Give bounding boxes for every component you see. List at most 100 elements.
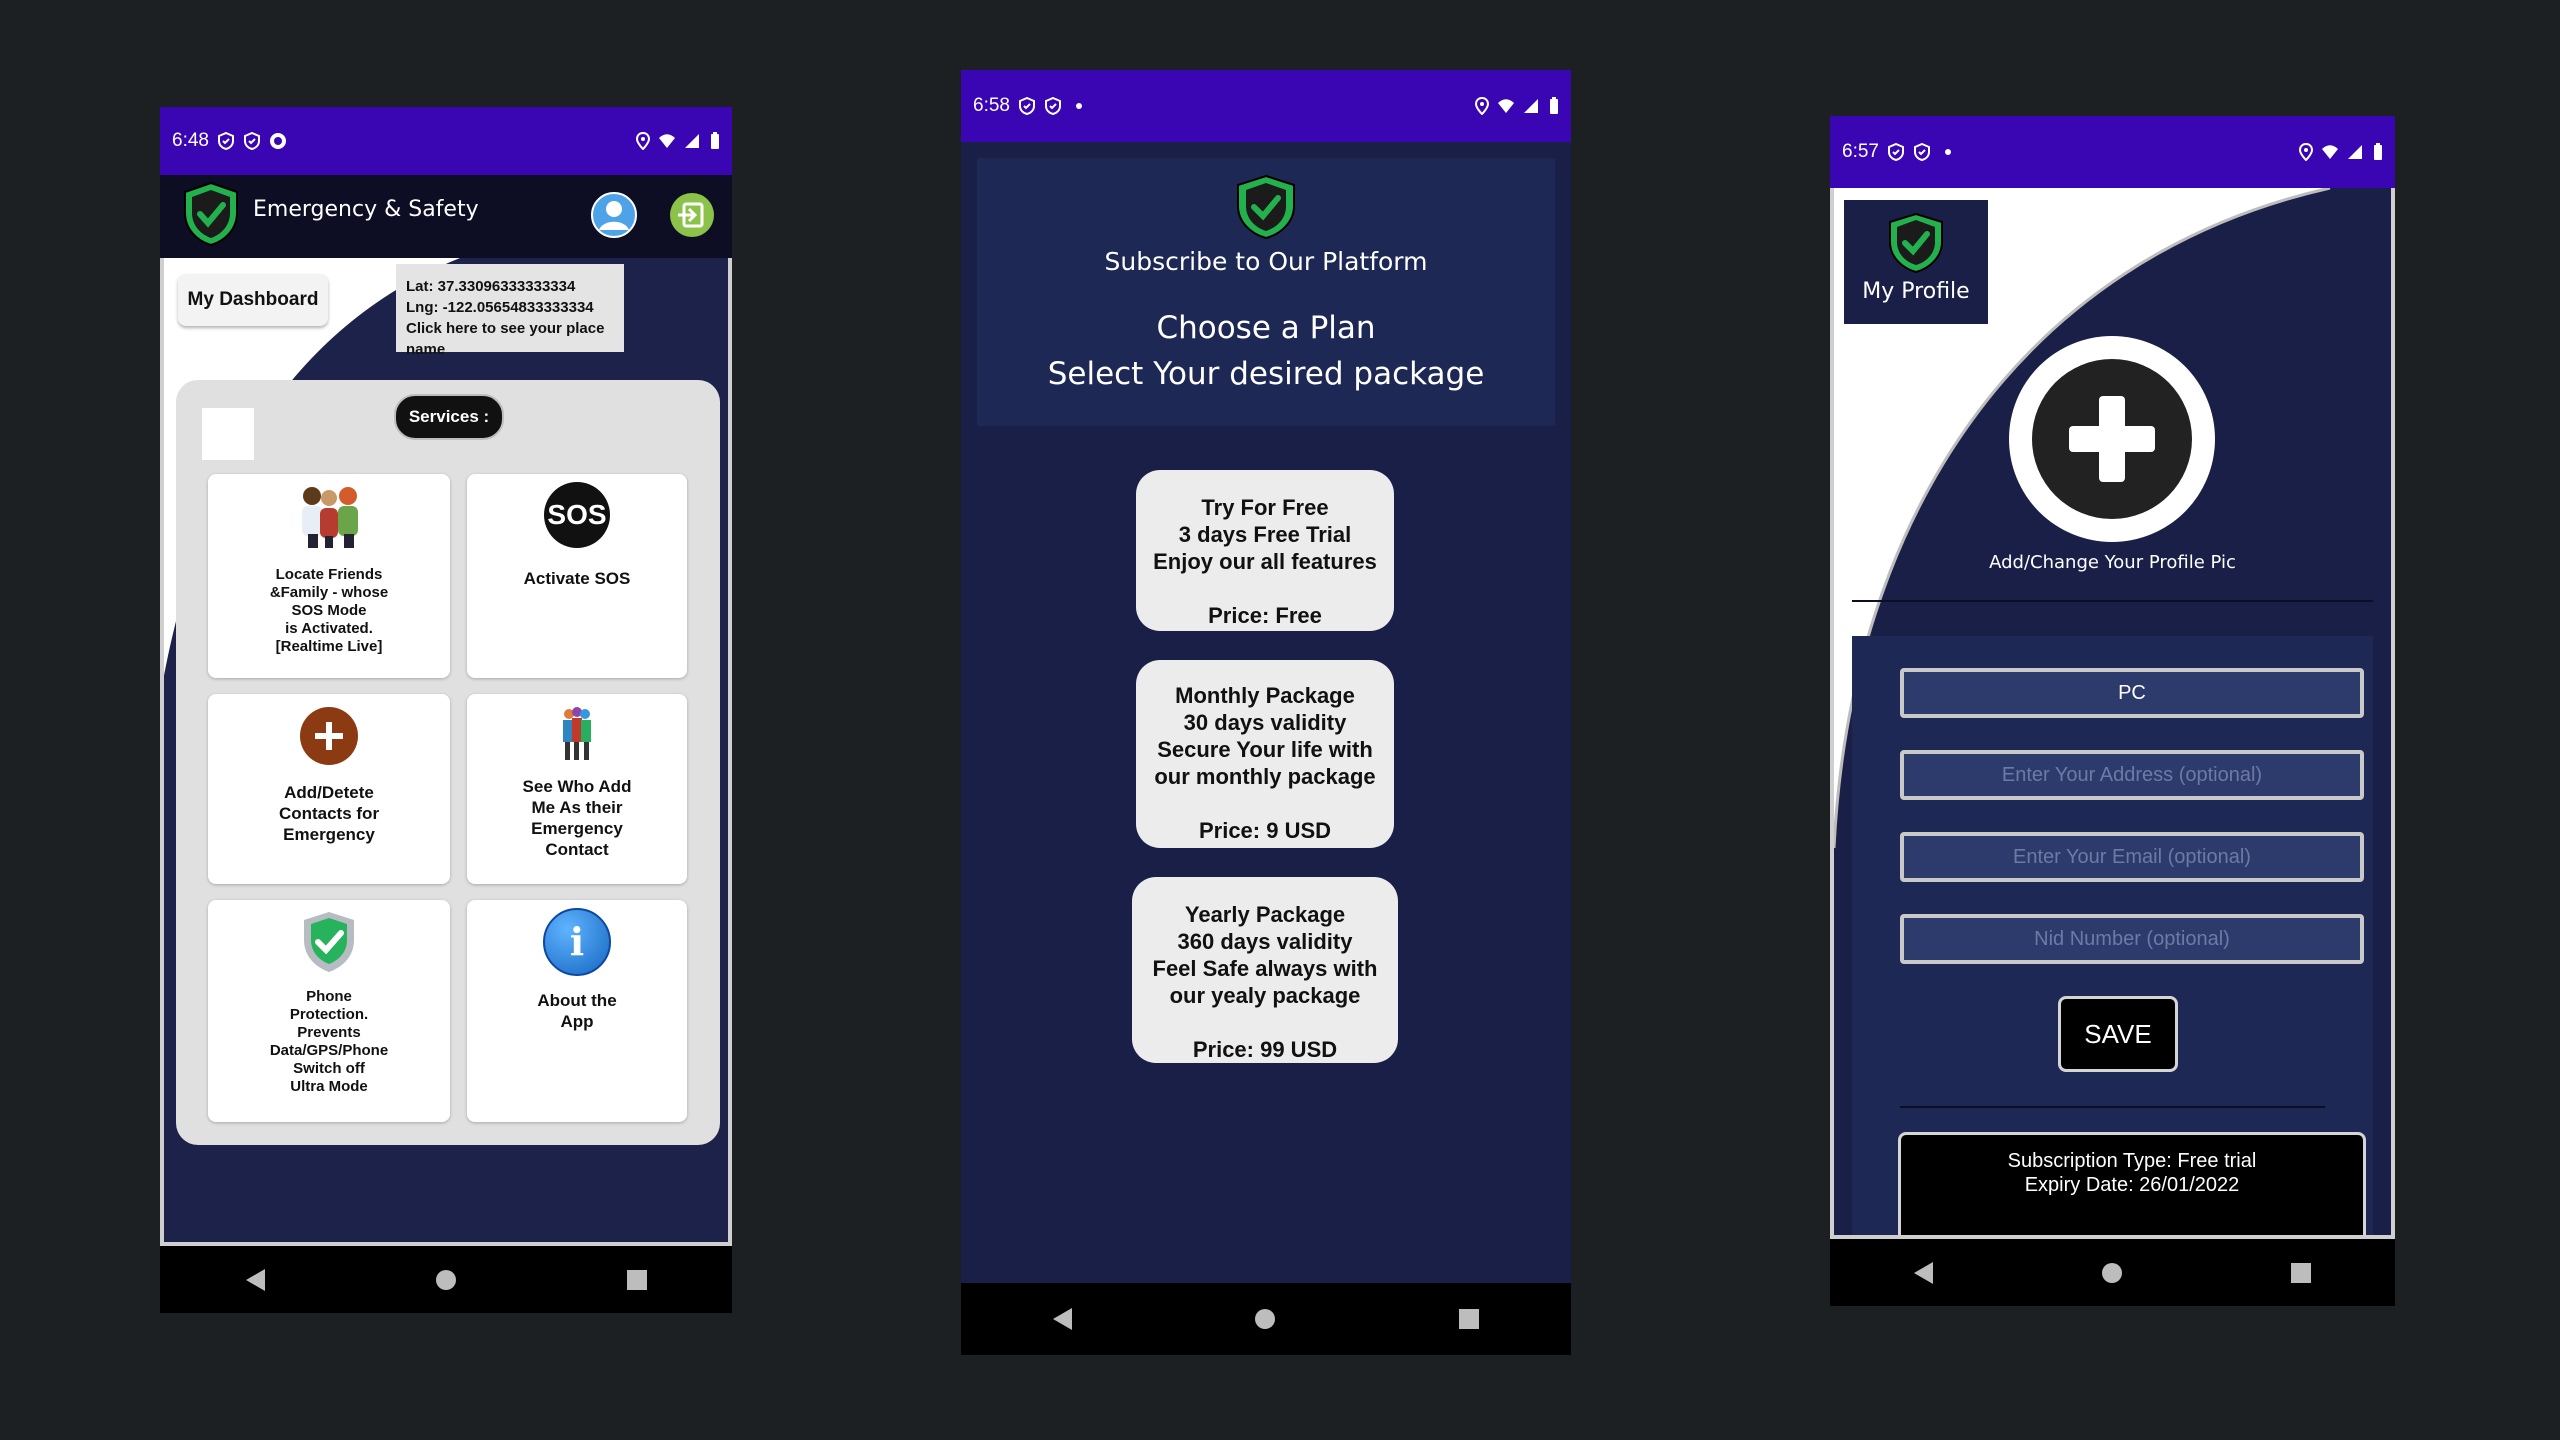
signal-icon xyxy=(1524,99,1538,113)
longitude-text: Lng: -122.05654833333334 xyxy=(406,299,594,316)
plan-monthly[interactable]: Monthly Package 30 days validity Secure … xyxy=(1136,660,1394,848)
plan-line: our yealy package xyxy=(1169,983,1361,1008)
home-icon[interactable] xyxy=(435,1269,456,1290)
tile-text-line: Ultra Mode xyxy=(290,1078,368,1095)
subscribe-title: Subscribe to Our Platform xyxy=(1104,247,1428,276)
plan-line: Yearly Package xyxy=(1184,902,1346,927)
back-icon[interactable] xyxy=(245,1268,265,1291)
logout-icon[interactable] xyxy=(669,192,715,238)
divider xyxy=(1852,600,2373,602)
battery-icon xyxy=(2374,143,2382,160)
address-field[interactable]: Enter Your Address (optional) xyxy=(1900,750,2364,800)
location-icon xyxy=(1474,97,1490,115)
add-profile-pic-icon[interactable] xyxy=(2009,336,2215,542)
app-bar: Emergency & Safety xyxy=(160,175,732,258)
tile-phone-protection[interactable]: Phone Protection. Prevents Data/GPS/Phon… xyxy=(208,900,450,1122)
status-bar: 6:58 xyxy=(961,70,1571,142)
recent-apps-icon[interactable] xyxy=(2290,1262,2311,1283)
tile-text-line: Add/Detete xyxy=(284,783,374,802)
info-icon: i xyxy=(543,908,611,976)
people-group-icon xyxy=(563,707,591,760)
tile-text-line: See Who Add xyxy=(522,777,632,796)
plan-free-trial[interactable]: Try For Free 3 days Free Trial Enjoy our… xyxy=(1136,470,1394,631)
plan-price: Price: 9 USD xyxy=(1198,818,1332,843)
location-icon xyxy=(635,132,651,150)
email-placeholder: Enter Your Email (optional) xyxy=(2013,845,2251,868)
name-field[interactable]: PC xyxy=(1900,668,2364,718)
tile-activate-sos[interactable]: SOS Activate SOS xyxy=(467,474,687,678)
expiry-date: Expiry Date: 26/01/2022 xyxy=(2024,1174,2240,1196)
name-value: PC xyxy=(2118,681,2146,704)
location-readout[interactable]: Lat: 37.33096333333334 Lng: -122.0565483… xyxy=(396,264,624,358)
recent-apps-icon[interactable] xyxy=(626,1269,647,1290)
app-title: Emergency & Safety xyxy=(253,197,479,222)
shield-check-icon xyxy=(304,912,354,972)
subscription-header: Subscribe to Our Platform Choose a Plan … xyxy=(977,158,1555,426)
signal-icon xyxy=(2348,145,2362,159)
services-label: Services : xyxy=(394,394,504,440)
home-icon[interactable] xyxy=(1255,1309,1276,1329)
phone-profile: 6:57 My Profile Add/Change Your Profile … xyxy=(1830,116,2395,1306)
family-icon xyxy=(302,487,358,548)
tile-locate-friends[interactable]: Locate Friends &Family - whose SOS Mode … xyxy=(208,474,450,678)
back-icon[interactable] xyxy=(1052,1308,1072,1330)
profile-content: My Profile Add/Change Your Profile Pic P… xyxy=(1830,188,2395,1239)
recent-apps-icon[interactable] xyxy=(1459,1309,1480,1329)
wifi-icon xyxy=(2322,145,2338,159)
tile-about-app[interactable]: i About the App xyxy=(467,900,687,1122)
wifi-icon xyxy=(659,134,675,148)
back-icon[interactable] xyxy=(1914,1261,1934,1284)
plan-line: Secure Your life with xyxy=(1157,737,1373,762)
status-time: 6:57 xyxy=(1842,141,1879,162)
navigation-bar xyxy=(961,1283,1571,1355)
tile-text-line: Prevents xyxy=(297,1024,361,1041)
shield-notification-icon xyxy=(1887,143,1904,161)
plan-yearly[interactable]: Yearly Package 360 days validity Feel Sa… xyxy=(1132,877,1398,1063)
tile-text-line: Contacts for xyxy=(278,804,380,823)
home-icon[interactable] xyxy=(2101,1262,2122,1283)
status-bar: 6:57 xyxy=(1830,116,2395,188)
divider xyxy=(1900,1106,2325,1108)
choose-plan-heading: Choose a Plan xyxy=(1156,310,1376,346)
profile-avatar-icon[interactable] xyxy=(591,192,637,238)
plan-price: Price: Free xyxy=(1208,603,1322,628)
add-profile-pic-label[interactable]: Add/Change Your Profile Pic xyxy=(1834,552,2391,573)
record-notification-icon xyxy=(269,133,286,149)
tile-text-line: Protection. xyxy=(289,1006,369,1023)
phone-subscription: 6:58 Subscribe to Our Platform Choose a … xyxy=(961,70,1571,1355)
phone-dashboard: 6:48 Emergency & Safety My Dashboard Lat… xyxy=(160,107,732,1313)
plan-line: 30 days validity xyxy=(1183,710,1347,735)
profile-title-card: My Profile xyxy=(1844,200,1988,324)
battery-icon xyxy=(711,132,719,149)
location-icon xyxy=(2298,143,2314,161)
my-dashboard-button[interactable]: My Dashboard xyxy=(178,274,328,326)
tile-see-who-added[interactable]: See Who Add Me As their Emergency Contac… xyxy=(467,694,687,884)
tile-add-contacts[interactable]: Add/Detete Contacts for Emergency xyxy=(208,694,450,884)
email-field[interactable]: Enter Your Email (optional) xyxy=(1900,832,2364,882)
plan-line: 3 days Free Trial xyxy=(1178,522,1352,547)
plan-line: Monthly Package xyxy=(1175,683,1355,708)
tile-label: Activate SOS xyxy=(523,569,631,588)
tile-text-line: &Family - whose xyxy=(269,584,389,601)
tile-text-line: Emergency xyxy=(531,819,623,838)
tile-text-line: Emergency xyxy=(283,825,375,844)
status-time: 6:58 xyxy=(973,95,1010,116)
shield-notification-icon xyxy=(1018,97,1035,115)
tile-text-line: Locate Friends xyxy=(275,566,383,583)
save-button[interactable]: SAVE xyxy=(2058,996,2178,1072)
app-logo-shield-icon xyxy=(1889,212,1943,274)
nid-field[interactable]: Nid Number (optional) xyxy=(1900,914,2364,964)
tile-text-line: Contact xyxy=(545,840,609,859)
plan-line: Feel Safe always with xyxy=(1152,956,1378,981)
shield-notification-icon xyxy=(243,132,260,150)
tile-text-line: App xyxy=(560,1012,594,1031)
select-package-subheading: Select Your desired package xyxy=(1047,356,1485,392)
profile-form: PC Enter Your Address (optional) Enter Y… xyxy=(1852,636,2373,1235)
shield-notification-icon xyxy=(1913,143,1930,161)
tile-text-line: SOS Mode xyxy=(291,602,367,619)
profile-title: My Profile xyxy=(1862,279,1970,304)
tile-text-line: [Realtime Live] xyxy=(275,638,383,655)
notification-dot-icon xyxy=(1075,103,1082,109)
notification-dot-icon xyxy=(1944,149,1951,155)
shield-notification-icon xyxy=(217,132,234,150)
